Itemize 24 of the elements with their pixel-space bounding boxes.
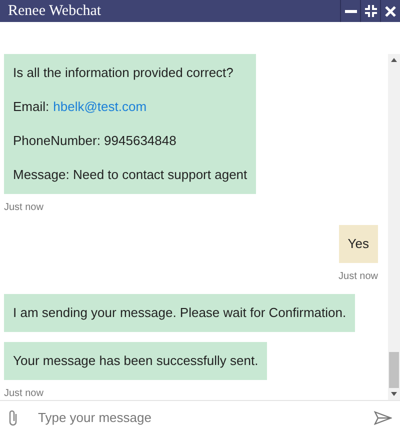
scrollbar[interactable] (388, 54, 400, 400)
minimize-icon (344, 10, 356, 12)
scroll-up-icon[interactable] (391, 58, 397, 62)
timestamp: Just now (4, 387, 44, 401)
message-text: PhoneNumber: 9945634848 (13, 133, 176, 149)
scrollbar-thumb[interactable] (389, 352, 399, 388)
timestamp: Just now (4, 201, 44, 215)
message-text: Your message has been successfully sent. (13, 353, 258, 369)
scroll-down-icon[interactable] (391, 392, 397, 396)
message-text: I am sending your message. Please wait for Confirmation. (13, 305, 346, 321)
minimize-button[interactable] (340, 0, 360, 22)
message-text: Yes (348, 236, 369, 252)
close-icon (385, 6, 396, 16)
window-title: Renee Webchat (7, 2, 102, 21)
message-text: Email: (13, 99, 50, 115)
message-text: Message: Need to contact support agent (13, 167, 248, 183)
message-text: Is all the information provided correct? (13, 65, 234, 81)
collapse-icon (364, 5, 376, 17)
collapse-button[interactable] (360, 0, 380, 22)
email-link[interactable]: hbelk@test.com (53, 99, 147, 115)
send-icon[interactable] (374, 411, 392, 425)
message-input[interactable]: Type your message (38, 408, 374, 428)
paperclip-icon[interactable] (8, 409, 18, 427)
timestamp: Just now (338, 270, 378, 284)
